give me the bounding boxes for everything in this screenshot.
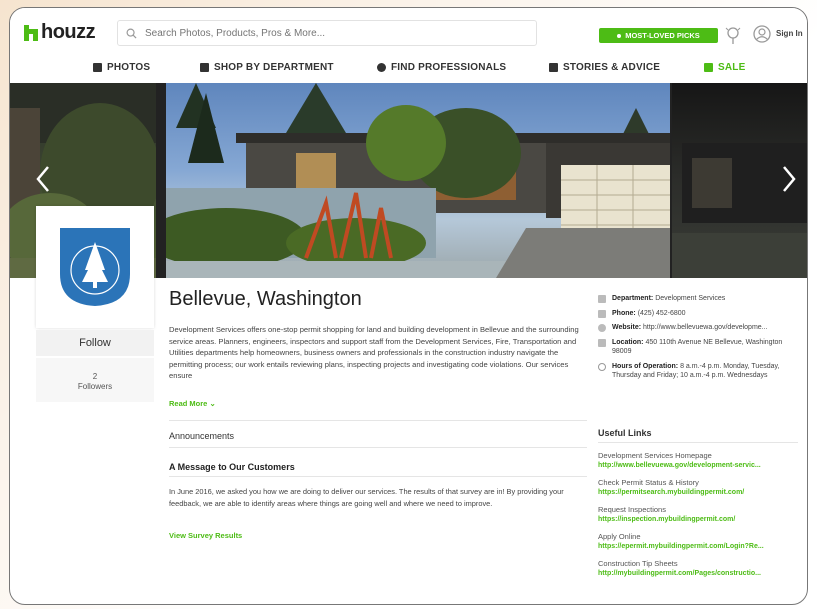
- search-input[interactable]: [145, 27, 525, 39]
- most-loved-picks-button[interactable]: MOST-LOVED PICKS: [599, 28, 718, 43]
- sign-in-link[interactable]: Sign In: [776, 29, 803, 38]
- useful-links-list: Development Services Homepage http://www…: [598, 451, 803, 586]
- divider: [598, 442, 798, 443]
- useful-link-item[interactable]: Development Services Homepage http://www…: [598, 451, 803, 471]
- phone-row[interactable]: Phone: (425) 452-6800: [598, 309, 803, 319]
- picks-label: MOST-LOVED PICKS: [625, 31, 700, 40]
- nav-label: SALE: [718, 62, 746, 73]
- nav-label: FIND PROFESSIONALS: [391, 62, 507, 73]
- shop-icon: [200, 63, 209, 72]
- main-nav: PHOTOS SHOP BY DEPARTMENT FIND PROFESSIO…: [10, 60, 807, 80]
- briefcase-icon: [598, 295, 606, 303]
- useful-link-url[interactable]: https://epermit.mybuildingpermit.com/Log…: [598, 542, 800, 552]
- picks-dot-icon: [617, 33, 622, 38]
- announcements-heading: Announcements: [169, 420, 587, 448]
- view-survey-results-link[interactable]: View Survey Results: [169, 531, 242, 540]
- department-row: Department: Development Services: [598, 294, 803, 304]
- hours-label: Hours of Operation:: [612, 362, 679, 370]
- useful-link-url[interactable]: https://inspection.mybuildingpermit.com/: [598, 515, 800, 525]
- user-avatar-icon[interactable]: [753, 25, 771, 43]
- nav-label: SHOP BY DEPARTMENT: [214, 62, 334, 73]
- profile-description: Development Services offers one-stop per…: [169, 325, 579, 380]
- useful-link-name: Construction Tip Sheets: [598, 559, 678, 568]
- nav-label: STORIES & ADVICE: [563, 62, 661, 73]
- carousel-photo-main[interactable]: i: [166, 83, 670, 278]
- sale-icon: [704, 63, 713, 72]
- clock-icon: [598, 362, 606, 371]
- nav-item-stories[interactable]: STORIES & ADVICE: [549, 62, 660, 73]
- search-bar[interactable]: [117, 20, 537, 46]
- pros-icon: [377, 63, 386, 72]
- nav-item-sale[interactable]: SALE: [704, 62, 745, 73]
- useful-link-item[interactable]: Construction Tip Sheets http://mybuildin…: [598, 559, 803, 579]
- useful-link-name: Request Inspections: [598, 505, 666, 514]
- website-label: Website:: [612, 324, 642, 331]
- phone-label: Phone:: [612, 309, 636, 317]
- followers-number: 2: [92, 372, 98, 381]
- globe-icon: [598, 324, 606, 332]
- website-row[interactable]: Website: http://www.bellevuewa.gov/devel…: [598, 323, 803, 333]
- useful-link-item[interactable]: Check Permit Status & History https://pe…: [598, 478, 803, 498]
- read-more-link[interactable]: Read More ⌄: [169, 399, 216, 408]
- hours-row: Hours of Operation: 8 a.m.-4 p.m. Monday…: [598, 362, 803, 381]
- site-header: houzz MOST-LOVED PICKS Sign In: [10, 8, 807, 90]
- read-more-label: Read More: [169, 399, 208, 408]
- browser-frame: houzz MOST-LOVED PICKS Sign In: [9, 7, 808, 605]
- photos-icon: [93, 63, 102, 72]
- announcement-body: In June 2016, we asked you how we are do…: [169, 487, 564, 508]
- announcement-title: A Message to Our Customers: [169, 462, 295, 472]
- useful-link-url[interactable]: http://mybuildingpermit.com/Pages/constr…: [598, 569, 800, 579]
- useful-link-url[interactable]: http://www.bellevuewa.gov/development-se…: [598, 461, 800, 471]
- nav-item-photos[interactable]: PHOTOS: [93, 62, 150, 73]
- useful-link-name: Apply Online: [598, 532, 641, 541]
- location-row: Location: 450 110th Avenue NE Bellevue, …: [598, 338, 803, 357]
- useful-link-name: Development Services Homepage: [598, 451, 712, 460]
- phone-icon: [598, 309, 606, 318]
- carousel-prev-button[interactable]: [32, 161, 54, 197]
- department-label: Department:: [612, 295, 654, 302]
- carousel-next-button[interactable]: [778, 161, 800, 197]
- houzz-logo[interactable]: houzz: [24, 21, 96, 44]
- chevron-left-icon: [36, 166, 49, 192]
- department-value: Development Services: [655, 295, 726, 302]
- search-icon: [126, 28, 137, 39]
- nav-label: PHOTOS: [107, 62, 151, 73]
- nav-item-shop[interactable]: SHOP BY DEPARTMENT: [200, 62, 334, 73]
- useful-link-name: Check Permit Status & History: [598, 478, 699, 487]
- follow-button[interactable]: Follow: [36, 330, 154, 356]
- chevron-right-icon: [783, 166, 796, 192]
- map-pin-icon: [598, 338, 606, 347]
- city-of-bellevue-logo: [60, 228, 130, 306]
- phone-value[interactable]: (425) 452-6800: [638, 310, 686, 317]
- logo-text: houzz: [41, 21, 96, 43]
- followers-label: Followers: [77, 382, 113, 391]
- chevron-down-icon: ⌄: [209, 399, 216, 408]
- useful-link-url[interactable]: https://permitsearch.mybuildingpermit.co…: [598, 488, 800, 498]
- divider: [169, 476, 587, 477]
- page-title: Bellevue, Washington: [169, 288, 362, 310]
- nav-item-pros[interactable]: FIND PROFESSIONALS: [377, 62, 506, 73]
- website-value[interactable]: http://www.bellevuewa.gov/developme...: [643, 324, 768, 331]
- followers-count[interactable]: 2 Followers: [36, 358, 154, 402]
- useful-link-item[interactable]: Request Inspections https://inspection.m…: [598, 505, 803, 525]
- houzz-logo-icon: [24, 24, 38, 41]
- stories-icon: [549, 63, 558, 72]
- profile-logo-card: [36, 206, 154, 328]
- useful-links-heading: Useful Links: [598, 428, 652, 438]
- ideabook-icon[interactable]: [724, 25, 742, 45]
- useful-link-item[interactable]: Apply Online https://epermit.mybuildingp…: [598, 532, 803, 552]
- house-photo-main: [166, 83, 670, 278]
- location-label: Location:: [612, 338, 644, 346]
- contact-details: Department: Development Services Phone: …: [598, 294, 803, 386]
